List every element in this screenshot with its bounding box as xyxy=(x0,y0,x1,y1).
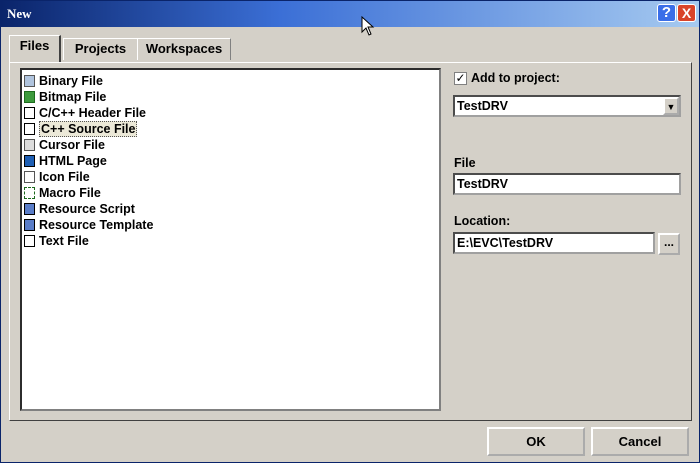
source-file-icon xyxy=(24,123,35,135)
list-item[interactable]: Resource Template xyxy=(24,217,153,233)
title-bar[interactable]: New ? X xyxy=(1,1,699,27)
html-page-icon xyxy=(24,155,35,167)
add-to-project-checkbox[interactable]: ✓ xyxy=(454,72,467,85)
file-label: File xyxy=(454,156,476,170)
tab-workspaces[interactable]: Workspaces xyxy=(137,38,231,60)
resource-script-icon xyxy=(24,203,35,215)
browse-button[interactable]: ... xyxy=(658,233,680,255)
list-item[interactable]: C/C++ Header File xyxy=(24,105,146,121)
file-type-list[interactable]: Binary File Bitmap File C/C++ Header Fil… xyxy=(20,68,441,411)
list-item[interactable]: Resource Script xyxy=(24,201,135,217)
mouse-pointer-icon xyxy=(361,16,375,36)
list-item[interactable]: C++ Source File xyxy=(24,121,138,137)
macro-file-icon xyxy=(24,187,35,199)
close-button[interactable]: X xyxy=(677,4,696,22)
new-dialog: New ? X Files Projects Workspaces Binary… xyxy=(0,0,700,463)
window-title: New xyxy=(7,6,32,21)
list-item[interactable]: Text File xyxy=(24,233,89,249)
add-to-project-label: Add to project: xyxy=(471,71,560,85)
bitmap-file-icon xyxy=(24,91,35,103)
text-file-icon xyxy=(24,235,35,247)
tab-projects[interactable]: Projects xyxy=(63,38,138,60)
tab-files[interactable]: Files xyxy=(9,35,61,62)
chevron-down-icon[interactable]: ▼ xyxy=(663,97,679,115)
cancel-button[interactable]: Cancel xyxy=(591,427,689,456)
help-button[interactable]: ? xyxy=(657,4,676,22)
location-label: Location: xyxy=(454,214,511,228)
cursor-file-icon xyxy=(24,139,35,151)
location-field[interactable]: E:\EVC\TestDRV xyxy=(453,232,655,254)
list-item[interactable]: Bitmap File xyxy=(24,89,106,105)
file-name-field[interactable]: TestDRV xyxy=(453,173,681,195)
ok-button[interactable]: OK xyxy=(487,427,585,456)
header-file-icon xyxy=(24,107,35,119)
list-item[interactable]: HTML Page xyxy=(24,153,107,169)
resource-template-icon xyxy=(24,219,35,231)
list-item[interactable]: Cursor File xyxy=(24,137,105,153)
list-item[interactable]: Binary File xyxy=(24,73,103,89)
list-item[interactable]: Icon File xyxy=(24,169,90,185)
project-select[interactable]: TestDRV ▼ xyxy=(453,95,681,117)
binary-file-icon xyxy=(24,75,35,87)
list-item[interactable]: Macro File xyxy=(24,185,101,201)
icon-file-icon xyxy=(24,171,35,183)
project-select-value: TestDRV xyxy=(457,99,508,113)
